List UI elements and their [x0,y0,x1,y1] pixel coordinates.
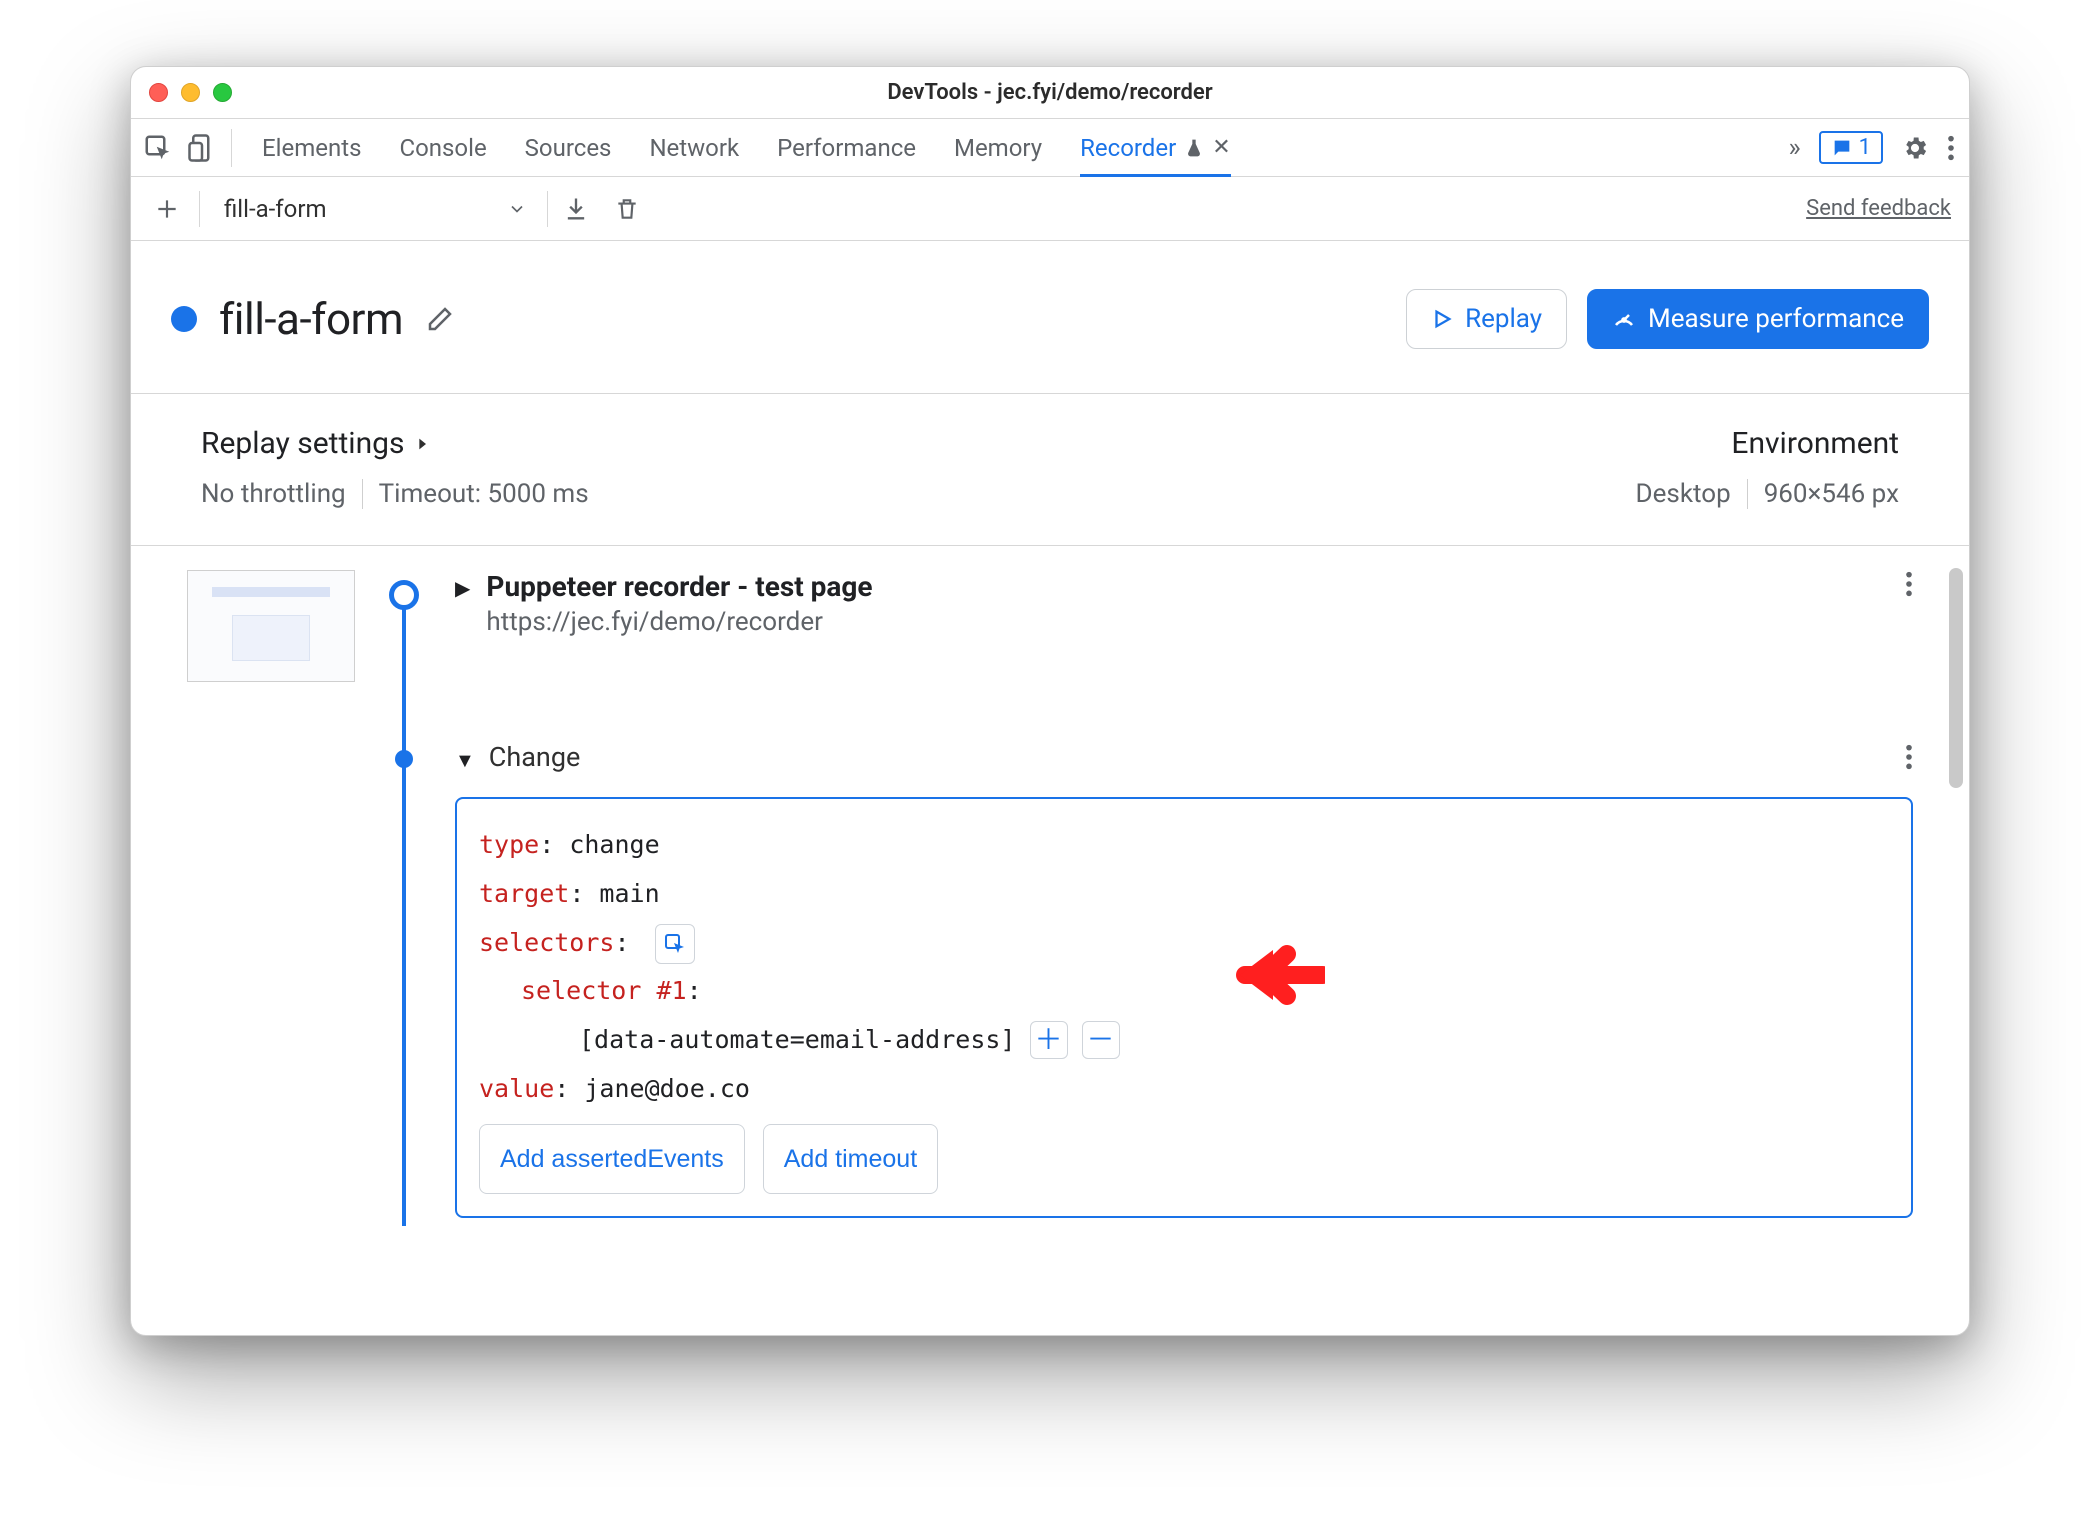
button-label: Replay [1465,304,1542,334]
send-feedback-link[interactable]: Send feedback [1806,196,1951,221]
tab-label: Sources [525,134,612,162]
add-selector-button[interactable]: ＋ [1030,1021,1068,1059]
step-kebab-icon[interactable] [1905,743,1913,771]
remove-selector-button[interactable]: － [1082,1021,1120,1059]
close-tab-icon[interactable]: ✕ [1212,135,1230,160]
prop-value[interactable]: change [569,830,659,859]
flow-header: fill-a-form Replay Measure performance [131,241,1969,394]
scrollbar-thumb[interactable] [1949,568,1963,788]
more-tabs-icon[interactable]: » [1788,133,1800,163]
tab-performance[interactable]: Performance [777,134,916,162]
inspect-icon[interactable] [143,133,173,163]
throttling-value: No throttling [201,479,346,509]
section-label: Replay settings [201,426,404,461]
prop-key: target [479,879,569,908]
device-toggle-icon[interactable] [187,133,217,163]
add-timeout-button[interactable]: Add timeout [763,1124,938,1195]
section-label: Environment [1731,426,1899,461]
steps-area: ▶ Puppeteer recorder - test page https:/… [131,546,1969,1226]
new-recording-button[interactable] [149,191,185,227]
dimensions-value: 960×546 px [1764,479,1899,509]
issues-count: 1 [1859,135,1871,160]
issues-badge[interactable]: 1 [1819,131,1883,164]
edit-title-icon[interactable] [425,304,455,334]
delete-icon[interactable] [614,195,640,223]
tab-label: Recorder [1080,134,1176,162]
annotation-arrow-icon [1235,940,1325,1010]
settings-icon[interactable] [1901,134,1929,162]
step-kebab-icon[interactable] [1905,570,1913,598]
devtools-tabs: Elements Console Sources Network Perform… [131,119,1969,177]
step-change-header[interactable]: ▼ Change [455,741,1913,773]
step-title: Puppeteer recorder - test page [486,570,872,603]
prop-key: selector #1 [521,976,687,1005]
replay-button[interactable]: Replay [1406,289,1567,349]
environment-header: Environment [1731,426,1899,461]
step-thumbnail[interactable] [187,570,355,682]
divider [547,191,548,227]
recording-status-dot [171,306,197,332]
tab-label: Network [649,134,739,162]
divider [1747,479,1748,509]
prop-key: value [479,1074,554,1103]
measure-performance-button[interactable]: Measure performance [1587,289,1929,349]
chevron-down-icon [507,199,527,219]
titlebar: DevTools - jec.fyi/demo/recorder [131,67,1969,119]
device-value: Desktop [1636,479,1731,509]
tab-recorder[interactable]: Recorder ✕ [1080,134,1231,177]
caret-down-icon: ▼ [455,748,475,773]
tab-elements[interactable]: Elements [262,134,361,162]
selector-picker-button[interactable] [655,924,695,964]
replay-settings-header[interactable]: Replay settings [201,426,589,461]
prop-value[interactable]: jane@doe.co [584,1074,750,1103]
timeline-start-icon [389,580,419,610]
export-icon[interactable] [562,195,590,223]
window-title: DevTools - jec.fyi/demo/recorder [131,80,1969,105]
devtools-window: DevTools - jec.fyi/demo/recorder Element… [130,66,1970,1336]
recording-name: fill-a-form [224,195,327,223]
timeline [381,570,429,1226]
tab-network[interactable]: Network [649,134,739,162]
recorder-toolbar: fill-a-form Send feedback [131,177,1969,241]
tab-label: Memory [954,134,1042,162]
caret-right-icon [414,433,430,455]
tab-sources[interactable]: Sources [525,134,612,162]
recording-select[interactable]: fill-a-form [214,195,533,223]
scrollbar[interactable] [1949,568,1963,1204]
divider [199,191,200,227]
button-label: Measure performance [1648,304,1904,334]
prop-value[interactable]: main [599,879,659,908]
tab-label: Console [399,134,486,162]
step-details-box: type: change target: main selectors: sel… [455,797,1913,1218]
add-asserted-events-button[interactable]: Add assertedEvents [479,1124,745,1195]
tab-label: Performance [777,134,916,162]
tab-label: Elements [262,134,361,162]
step-url: https://jec.fyi/demo/recorder [486,607,872,637]
step-label: Change [489,741,581,773]
selector-value[interactable]: [data-automate=email-address] [579,1016,1016,1065]
tab-memory[interactable]: Memory [954,134,1042,162]
tab-console[interactable]: Console [399,134,486,162]
prop-key: type [479,830,539,859]
step-navigate[interactable]: ▶ Puppeteer recorder - test page https:/… [455,570,1913,637]
timeline-step-dot [395,750,413,768]
caret-right-icon: ▶ [455,576,470,600]
flow-title: fill-a-form [219,293,403,345]
timeout-value: Timeout: 5000 ms [379,479,589,509]
divider [362,479,363,509]
experiment-icon [1184,137,1204,159]
prop-key: selectors [479,928,614,957]
kebab-icon[interactable] [1947,134,1955,162]
settings-row: Replay settings No throttling Timeout: 5… [131,394,1969,546]
